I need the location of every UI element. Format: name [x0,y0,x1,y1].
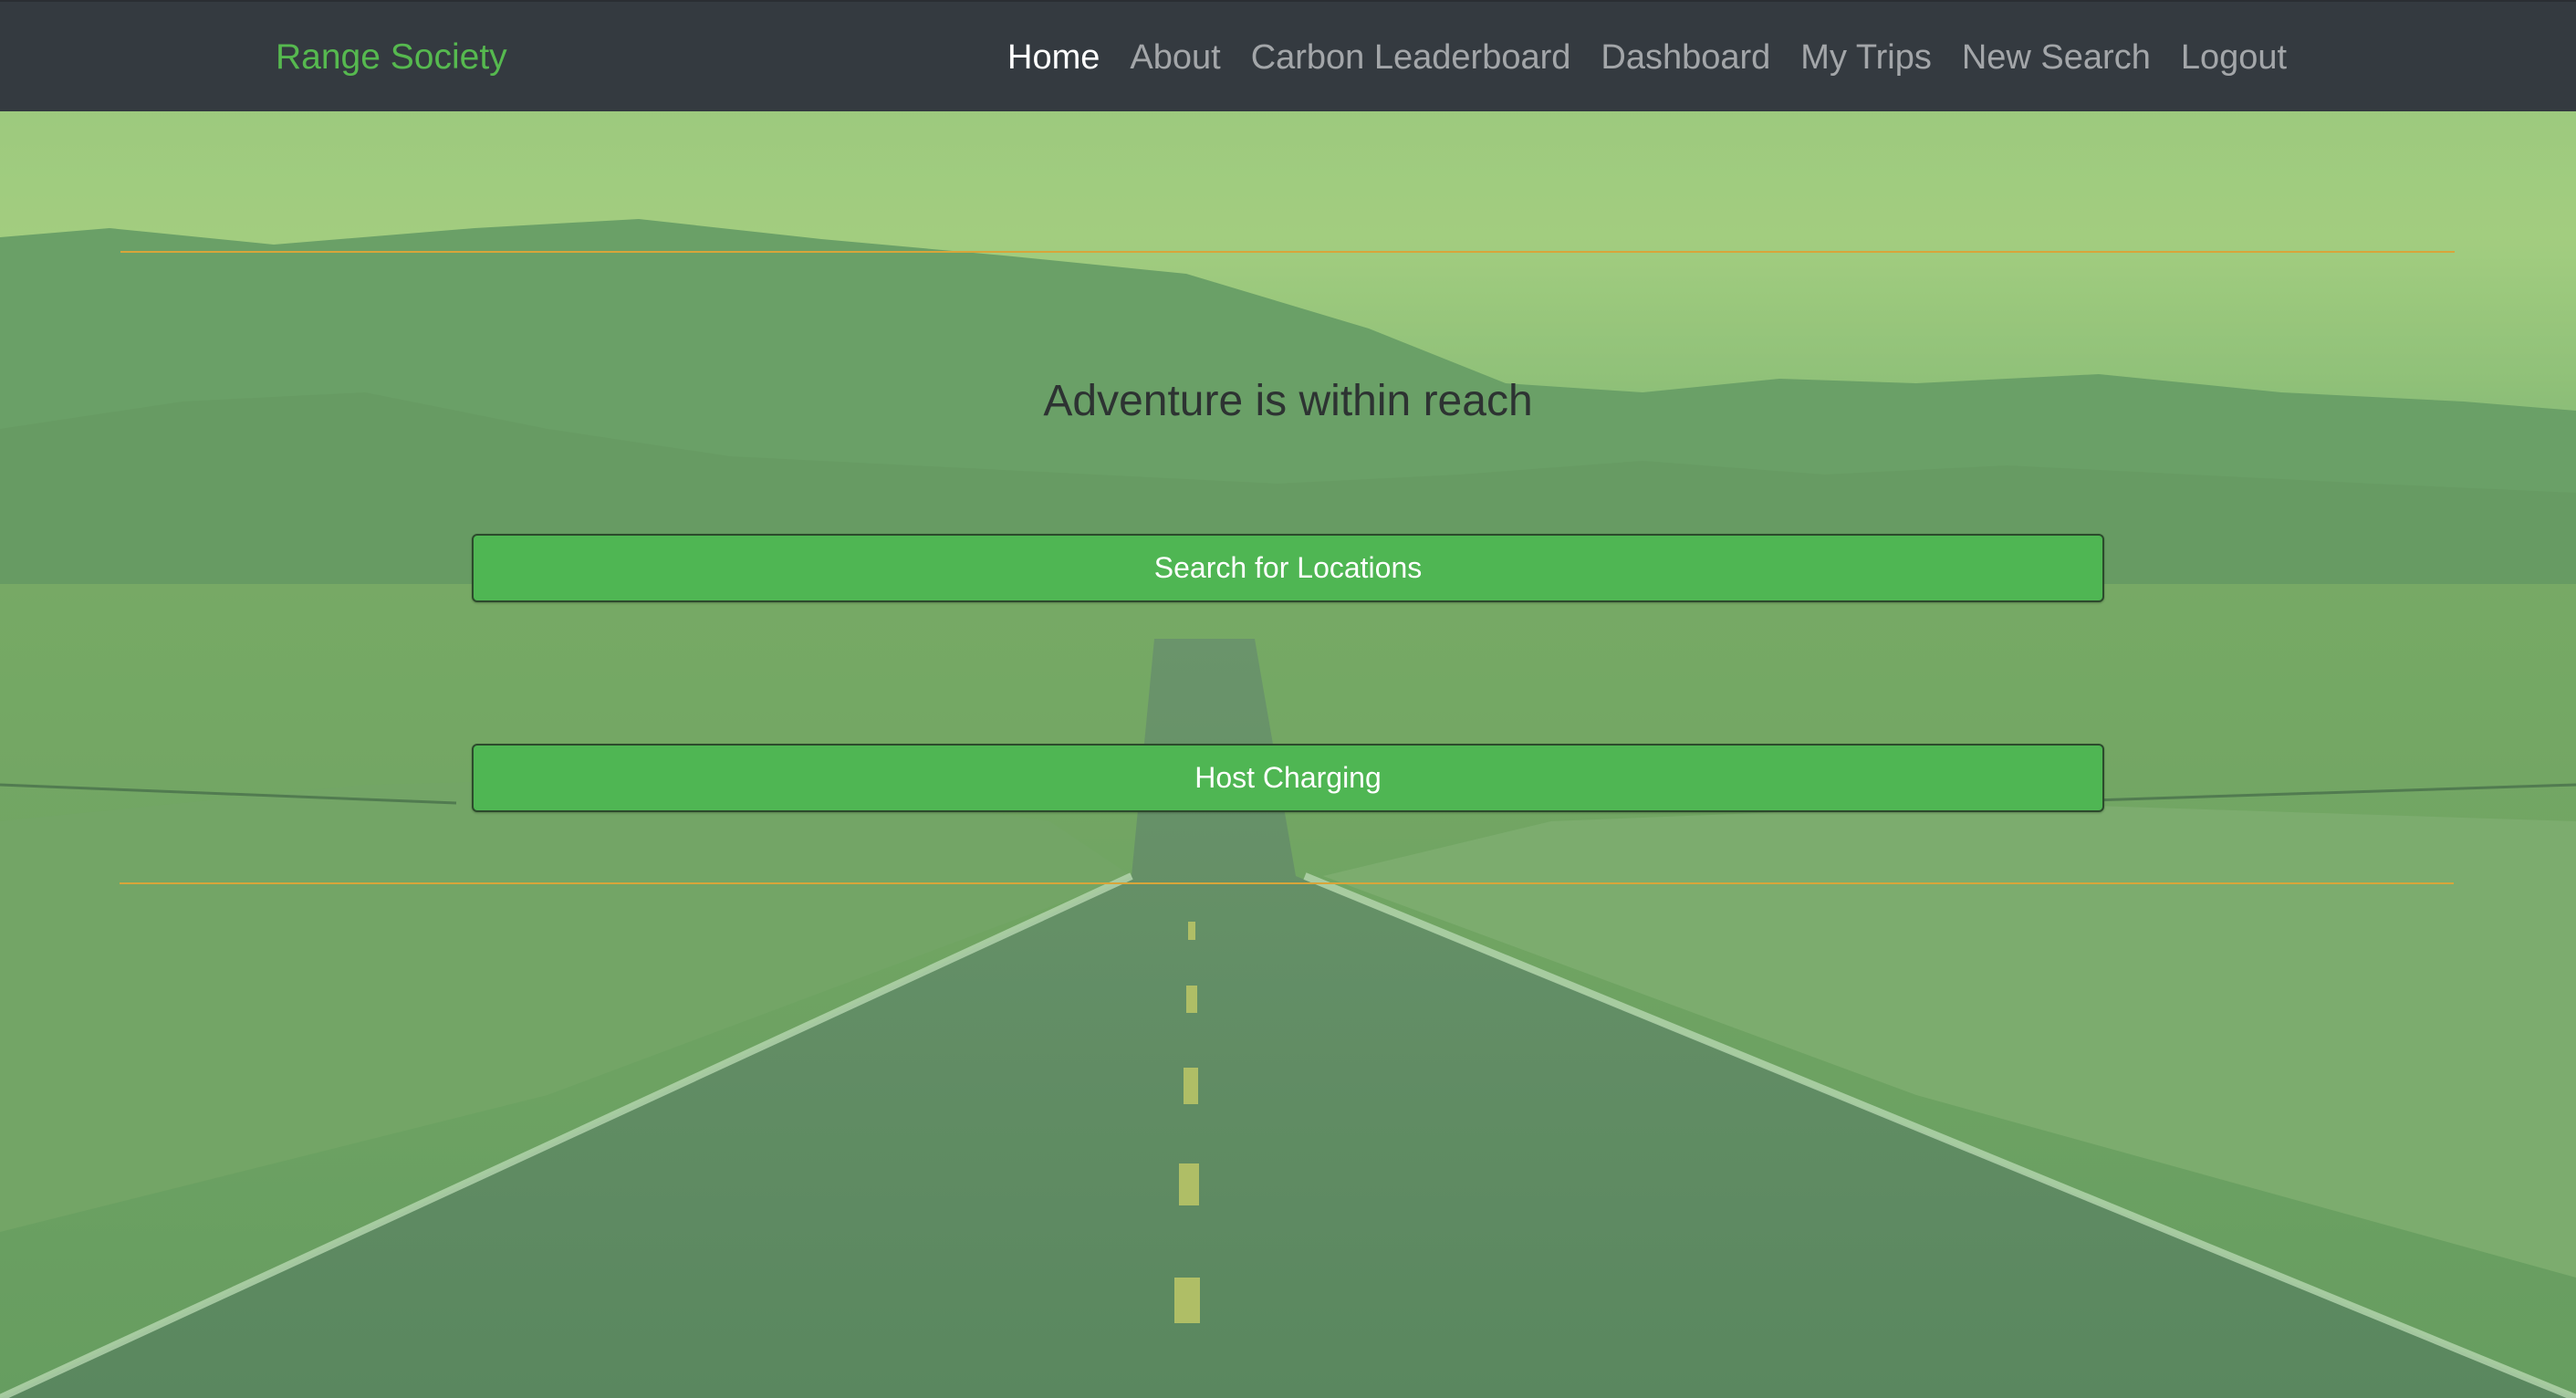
top-navbar: Range Society Home About Carbon Leaderbo… [0,0,2576,111]
nav-links: Home About Carbon Leaderboard Dashboard … [1007,33,2287,82]
search-locations-button[interactable]: Search for Locations [472,534,2104,602]
nav-link-my-trips[interactable]: My Trips [1800,35,1932,80]
nav-link-dashboard[interactable]: Dashboard [1601,35,1770,80]
host-charging-button[interactable]: Host Charging [472,744,2104,812]
nav-link-about[interactable]: About [1130,35,1220,80]
nav-link-carbon-leaderboard[interactable]: Carbon Leaderboard [1251,35,1571,80]
brand-logo-link[interactable]: Range Society [276,35,507,80]
top-divider [120,251,2455,253]
nav-link-new-search[interactable]: New Search [1962,35,2151,80]
nav-link-home[interactable]: Home [1007,35,1100,80]
hero-headline: Adventure is within reach [1043,377,1533,425]
bottom-divider [120,882,2454,884]
nav-link-logout[interactable]: Logout [2181,35,2287,80]
hero-color-overlay [0,0,2576,1398]
